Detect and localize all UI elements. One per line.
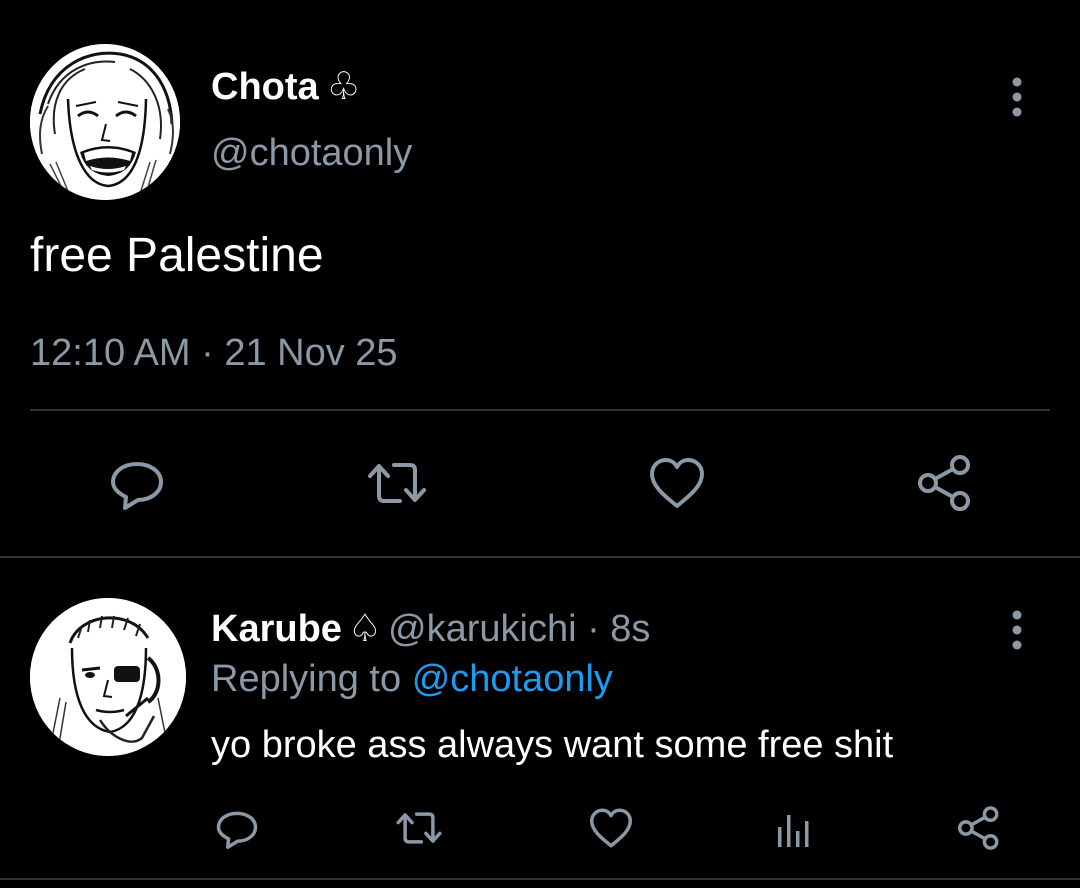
reply-icon [111, 462, 163, 510]
heart-icon [589, 808, 633, 848]
replying-to: Replying to @chotaonly [211, 658, 613, 701]
avatar-illustration [30, 598, 186, 756]
reply-author-avatar[interactable] [30, 598, 186, 756]
share-icon [957, 806, 999, 850]
reply-button[interactable] [102, 448, 172, 518]
reply-button[interactable] [210, 801, 264, 855]
spade-suit-icon: ♤ [347, 608, 382, 650]
like-button[interactable] [584, 801, 638, 855]
stats-icon [778, 815, 809, 847]
more-vertical-icon [1012, 77, 1022, 117]
replying-to-label: Replying to [211, 658, 402, 700]
replying-to-handle-link[interactable]: @chotaonly [412, 658, 613, 700]
retweet-icon [396, 812, 442, 844]
avatar-illustration [30, 44, 180, 200]
tweet-timestamp[interactable]: 12:10 AM · 21 Nov 25 [30, 332, 398, 375]
retweet-icon [368, 463, 426, 503]
reply-author-handle[interactable]: @karukichi [388, 608, 577, 650]
reply-age[interactable]: 8s [610, 608, 650, 650]
retweet-button[interactable] [392, 801, 446, 855]
author-name[interactable]: Chota ♧ [211, 64, 361, 109]
divider [30, 409, 1050, 411]
heart-icon [650, 458, 704, 508]
divider [0, 878, 1080, 880]
share-icon [918, 455, 970, 511]
author-handle[interactable]: @chotaonly [211, 132, 412, 175]
club-suit-icon: ♧ [326, 66, 361, 108]
author-avatar[interactable] [30, 44, 180, 200]
view-stats-button[interactable] [768, 801, 822, 855]
like-button[interactable] [642, 448, 712, 518]
author-name-text: Chota [211, 66, 319, 108]
reply-icon [216, 811, 258, 850]
more-options-button[interactable] [1000, 72, 1034, 122]
reply-author-name[interactable]: Karube [211, 608, 342, 650]
share-button[interactable] [952, 801, 1006, 855]
share-button[interactable] [910, 448, 980, 518]
more-vertical-icon [1012, 610, 1022, 650]
divider [0, 556, 1080, 558]
reply-text: yo broke ass always want some free shit [211, 724, 894, 766]
tweet-text: free Palestine [30, 229, 324, 282]
reply-header: Karube ♤ @karukichi · 8s [211, 606, 650, 651]
reply-more-options-button[interactable] [1000, 605, 1034, 655]
separator-dot: · [587, 608, 600, 650]
retweet-button[interactable] [362, 448, 432, 518]
